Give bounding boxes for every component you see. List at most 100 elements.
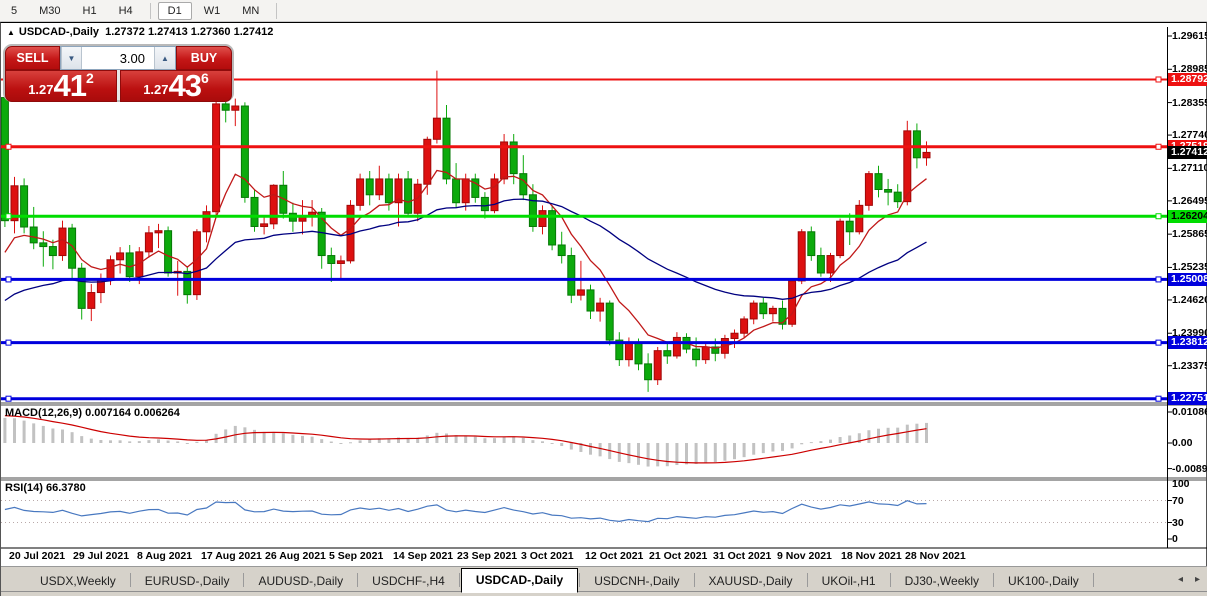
symbol-tab-USDCAD[interactable]: USDCAD-,Daily [461, 568, 578, 593]
candle [568, 256, 575, 296]
date-tick-label: 29 Jul 2021 [73, 550, 129, 562]
candle [405, 179, 412, 213]
timeframe-button-D1[interactable]: D1 [158, 2, 192, 20]
sell-price-prefix: 1.27 [28, 80, 53, 100]
rsi-group [1, 501, 1168, 523]
tabs-scroll-right-icon[interactable]: ▸ [1195, 574, 1200, 585]
line-handle[interactable] [6, 396, 11, 401]
price-tick-label: 1.26495 [1172, 195, 1207, 207]
volume-increase-button[interactable]: ▲ [154, 47, 175, 69]
line-handle[interactable] [1156, 214, 1161, 219]
symbol-tab-DJ30[interactable]: DJ30-,Weekly [892, 570, 992, 591]
date-tick-label: 23 Sep 2021 [457, 550, 517, 562]
candle [203, 212, 210, 232]
candle [481, 197, 488, 210]
candle [837, 221, 844, 255]
sell-button[interactable]: SELL [5, 46, 60, 70]
timeframe-button-MN[interactable]: MN [232, 2, 269, 20]
date-tick-label: 9 Nov 2021 [777, 550, 832, 562]
rsi-line [5, 501, 927, 522]
macd-tick-label: 0.010869 [1172, 406, 1207, 418]
price-badge: 1.26204 [1168, 210, 1207, 223]
candle [827, 256, 834, 273]
candle [529, 195, 536, 227]
toolbar-separator [150, 3, 151, 19]
line-handle[interactable] [1156, 77, 1161, 82]
price-tick-label: 1.28355 [1172, 97, 1207, 109]
chart-title: ▲USDCAD-,Daily 1.27372 1.27413 1.27360 1… [7, 26, 273, 38]
symbol-tab-AUDUSD[interactable]: AUDUSD-,Daily [245, 570, 356, 591]
candle [645, 364, 652, 380]
candle [520, 174, 527, 195]
date-tick-label: 21 Oct 2021 [649, 550, 707, 562]
buy-price-prefix: 1.27 [143, 80, 168, 100]
candle [88, 293, 95, 309]
candle [885, 190, 892, 193]
symbol-tab-UK100[interactable]: UK100-,Daily [995, 570, 1092, 591]
symbol-tab-EURUSD[interactable]: EURUSD-,Daily [132, 570, 243, 591]
candle [760, 303, 767, 314]
volume-value[interactable]: 3.00 [82, 47, 154, 69]
symbol-tab-USDX[interactable]: USDX,Weekly [27, 570, 129, 591]
symbol-tab-UKOil[interactable]: UKOil-,H1 [809, 570, 889, 591]
price-tick-label: 1.27740 [1172, 129, 1207, 141]
horizontal-lines-group [1, 77, 1168, 401]
candle [635, 343, 642, 364]
timeframe-button-M30[interactable]: M30 [29, 2, 70, 20]
candle [856, 205, 863, 231]
candle [337, 261, 344, 264]
timeframe-button-W1[interactable]: W1 [194, 2, 231, 20]
tab-separator [1093, 573, 1094, 587]
tab-separator [694, 573, 695, 587]
symbol-tab-USDCHF[interactable]: USDCHF-,H4 [359, 570, 458, 591]
buy-price-display[interactable]: 1.27436 [120, 70, 232, 102]
sell-price-display[interactable]: 1.27412 [5, 70, 117, 102]
candle [222, 104, 229, 110]
symbol-tab-XAUUSD[interactable]: XAUUSD-,Daily [696, 570, 806, 591]
tab-bar-strip [1, 591, 1207, 596]
date-tick-label: 28 Nov 2021 [905, 550, 966, 562]
line-handle[interactable] [1156, 144, 1161, 149]
candle [232, 106, 239, 110]
date-tick-label: 26 Aug 2021 [265, 550, 326, 562]
volume-stepper: ▼ 3.00 ▲ [60, 46, 176, 70]
symbol-tab-USDCNH[interactable]: USDCNH-,Daily [581, 570, 692, 591]
chart-window: ▲USDCAD-,Daily 1.27372 1.27413 1.27360 1… [0, 22, 1207, 596]
macd-group [3, 416, 928, 467]
tabs-scroll-left-icon[interactable]: ◂ [1178, 574, 1183, 585]
candle [165, 231, 172, 273]
candle [145, 233, 152, 252]
volume-decrease-button[interactable]: ▼ [61, 47, 82, 69]
timeframe-button-5[interactable]: 5 [1, 2, 27, 20]
candle [40, 243, 47, 247]
rsi-tick-label: 0 [1172, 533, 1178, 545]
price-badge: 1.28792 [1168, 73, 1207, 86]
candle [376, 179, 383, 195]
price-tick-label: 1.27110 [1172, 162, 1207, 174]
line-handle[interactable] [6, 277, 11, 282]
chart-canvas [1, 23, 1207, 566]
candle [251, 197, 258, 226]
collapse-arrow-icon[interactable]: ▲ [7, 28, 15, 37]
line-handle[interactable] [6, 214, 11, 219]
price-tick-label: 1.24620 [1172, 294, 1207, 306]
line-handle[interactable] [1156, 277, 1161, 282]
buy-price-main: 43 [169, 71, 201, 100]
line-handle[interactable] [1156, 396, 1161, 401]
candle [155, 231, 162, 233]
price-tick-label: 1.23375 [1172, 360, 1207, 372]
chevron-up-icon: ▲ [161, 54, 169, 63]
candle [913, 131, 920, 158]
candle [865, 174, 872, 206]
timeframe-button-H4[interactable]: H4 [109, 2, 143, 20]
line-handle[interactable] [6, 340, 11, 345]
line-handle[interactable] [1156, 340, 1161, 345]
symbol-tabs: USDX,WeeklyEURUSD-,DailyAUDUSD-,DailyUSD… [1, 567, 1207, 591]
buy-button[interactable]: BUY [176, 46, 232, 70]
candle [789, 281, 796, 324]
timeframe-button-H1[interactable]: H1 [73, 2, 107, 20]
line-handle[interactable] [6, 144, 11, 149]
tab-separator [459, 573, 460, 587]
candle [846, 221, 853, 232]
candle [769, 308, 776, 313]
